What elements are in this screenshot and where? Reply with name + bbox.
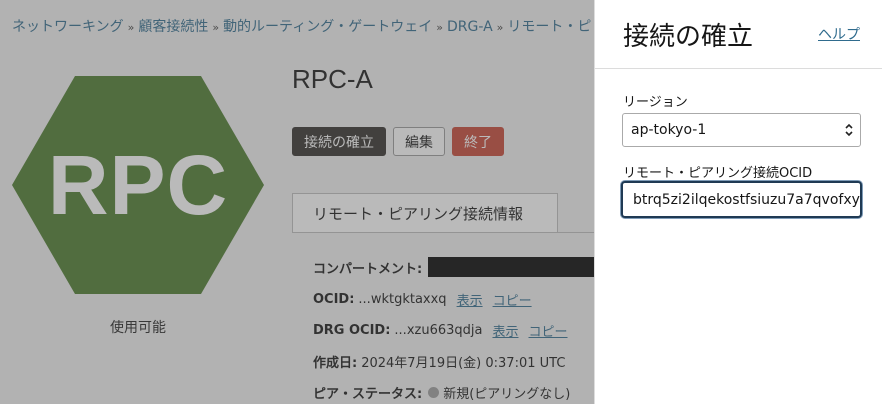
page-title: RPC-A bbox=[292, 64, 373, 94]
peer-status-label: ピア・ステータス: bbox=[313, 387, 423, 402]
drg-ocid-copy-link[interactable]: コピー bbox=[529, 321, 568, 340]
breadcrumb: ネットワーキング» 顧客接続性» 動的ルーティング・ゲートウェイ» DRG-A» リモー… bbox=[12, 16, 591, 36]
region-label: リージョン bbox=[623, 95, 688, 110]
breadcrumb-rpc[interactable]: リモート・ピ bbox=[507, 19, 591, 35]
breadcrumb-separator: » bbox=[127, 21, 135, 34]
breadcrumb-customer-connectivity[interactable]: 顧客接続性 bbox=[138, 19, 208, 35]
region-select[interactable]: ap-tokyo-1 bbox=[622, 113, 861, 147]
ocid-show-link[interactable]: 表示 bbox=[457, 290, 483, 309]
redacted-value bbox=[428, 257, 594, 277]
help-link[interactable]: ヘルプ bbox=[818, 24, 860, 44]
region-select-value: ap-tokyo-1 bbox=[631, 122, 707, 138]
detail-ocid: OCID: ...wktgktaxxq 表示 コピー bbox=[313, 290, 532, 309]
peer-status-value: 新規(ピアリングなし) bbox=[443, 387, 571, 402]
detail-peer-status: ピア・ステータス: 新規(ピアリングなし) bbox=[313, 383, 570, 402]
drg-ocid-show-link[interactable]: 表示 bbox=[492, 321, 518, 340]
breadcrumb-drg-a[interactable]: DRG-A bbox=[447, 19, 493, 35]
breadcrumb-drg[interactable]: 動的ルーティング・ゲートウェイ bbox=[223, 19, 432, 35]
edit-button[interactable]: 編集 bbox=[393, 127, 445, 156]
background-page: ネットワーキング» 顧客接続性» 動的ルーティング・ゲートウェイ» DRG-A» リモー… bbox=[0, 0, 594, 404]
detail-compartment: コンパートメント: bbox=[313, 257, 594, 277]
establish-connection-button[interactable]: 接続の確立 bbox=[292, 127, 386, 156]
action-buttons: 接続の確立 編集 終了 bbox=[292, 127, 504, 156]
detail-created: 作成日: 2024年7月19日(金) 0:37:01 UTC bbox=[313, 352, 565, 371]
breadcrumb-networking[interactable]: ネットワーキング bbox=[12, 19, 124, 35]
ocid-copy-link[interactable]: コピー bbox=[493, 290, 532, 309]
breadcrumb-separator: » bbox=[436, 21, 443, 34]
breadcrumb-separator: » bbox=[496, 21, 504, 34]
remote-ocid-input[interactable] bbox=[621, 181, 862, 218]
drg-ocid-value: ...xzu663qdja bbox=[394, 323, 483, 338]
compartment-label: コンパートメント: bbox=[313, 261, 423, 277]
remote-ocid-label: リモート・ピアリング接続OCID bbox=[623, 166, 813, 181]
tab-divider bbox=[292, 232, 594, 233]
drg-ocid-label: DRG OCID: bbox=[313, 323, 391, 338]
establish-connection-drawer: 接続の確立 ヘルプ リージョン ap-tokyo-1 リモート・ピアリング接続O… bbox=[594, 0, 882, 404]
detail-drg-ocid: DRG OCID: ...xzu663qdja 表示 コピー bbox=[313, 321, 568, 340]
created-value: 2024年7月19日(金) 0:37:01 UTC bbox=[361, 356, 566, 371]
ocid-label: OCID: bbox=[313, 292, 355, 307]
drawer-title: 接続の確立 bbox=[623, 22, 754, 52]
rpc-icon-label: RPC bbox=[47, 137, 229, 232]
status-dot-icon bbox=[428, 387, 440, 398]
terminate-button[interactable]: 終了 bbox=[452, 127, 504, 156]
created-label: 作成日: bbox=[313, 356, 358, 371]
drawer-header: 接続の確立 ヘルプ bbox=[595, 0, 882, 69]
status-label: 使用可能 bbox=[110, 320, 166, 336]
tab-rpc-information[interactable]: リモート・ピアリング接続情報 bbox=[292, 193, 558, 233]
breadcrumb-separator: » bbox=[212, 21, 220, 34]
select-chevron-icon bbox=[845, 123, 853, 137]
ocid-value: ...wktgktaxxq bbox=[358, 292, 447, 307]
